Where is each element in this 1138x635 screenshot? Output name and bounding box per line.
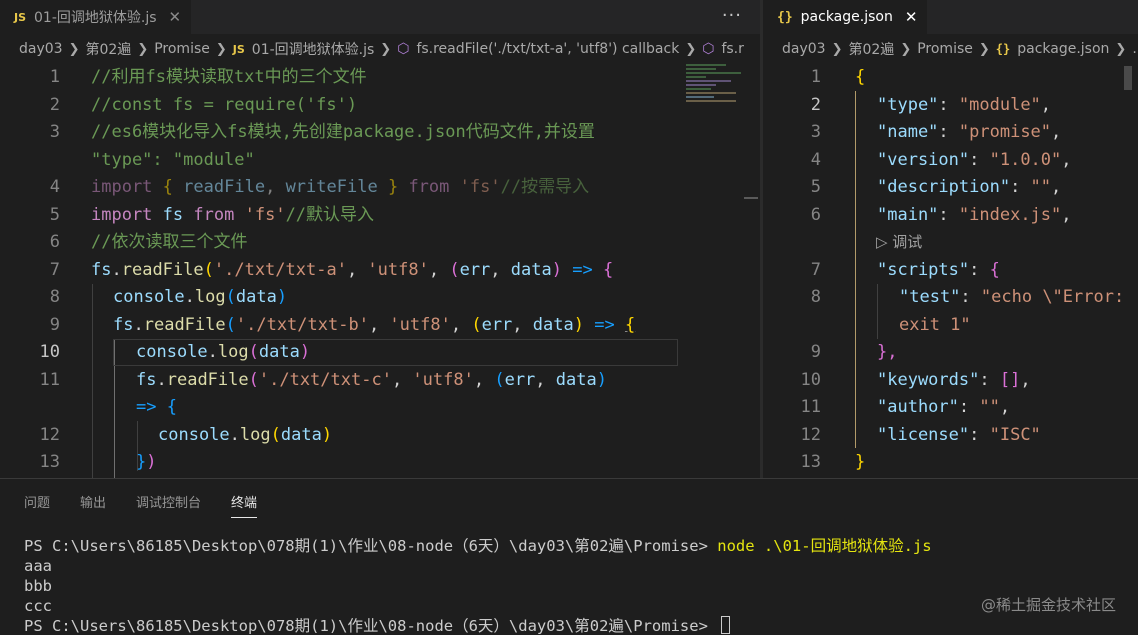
code-line-11: 11 fs.readFile('./txt/txt-c', 'utf8', (er… bbox=[39, 369, 607, 390]
tab-label: package.json bbox=[800, 9, 893, 25]
code-editor[interactable]: 1//利用fs模块读取txt中的三个文件 2//const fs = requi… bbox=[0, 64, 760, 478]
scrollbar-thumb[interactable] bbox=[1124, 66, 1132, 90]
json-line-1: 1{ bbox=[810, 67, 866, 87]
json-editor[interactable]: 1{ 2 "type": "module", 3 "name": "promise"… bbox=[763, 64, 1138, 478]
code-line-11-wrap: => { bbox=[136, 397, 177, 417]
chevron-right-icon: ❯ bbox=[137, 41, 149, 57]
json-line-13: 13} bbox=[800, 452, 866, 472]
code-line-6: 6//依次读取三个文件 bbox=[49, 232, 248, 252]
code-line-3-wrap: "type": "module" bbox=[91, 149, 255, 170]
breadcrumb-truncated[interactable]: fs.r bbox=[721, 41, 743, 57]
breadcrumb-day03[interactable]: day03 bbox=[782, 41, 826, 57]
bottom-panel: 问题 输出 调试控制台 终端 PS C:\Users\86185\Desktop… bbox=[0, 478, 1138, 635]
terminal-command: node .\01-回调地狱体验.js bbox=[717, 537, 932, 555]
tab-package-json[interactable]: {} package.json ✕ bbox=[763, 0, 928, 34]
code-line-12: 12 console.log(data) bbox=[39, 424, 333, 445]
json-file-icon: {} bbox=[777, 9, 793, 25]
breadcrumb: day03 ❯ 第02遍 ❯ Promise ❯ {} package.json… bbox=[763, 34, 1138, 64]
chevron-right-icon: ❯ bbox=[68, 41, 80, 57]
json-line-8: 8 "test": "echo \"Error: bbox=[810, 287, 1125, 307]
left-editor-group: JS 01-回调地狱体验.js ✕ ··· day03 ❯ 第02遍 ❯ Pro… bbox=[0, 0, 760, 478]
debug-codelens[interactable]: ▷ 调试 bbox=[876, 229, 922, 257]
tab-callback-hell-js[interactable]: JS 01-回调地狱体验.js ✕ bbox=[0, 0, 192, 34]
breadcrumb-callback[interactable]: fs.readFile('./txt/txt-a', 'utf8') callb… bbox=[416, 41, 679, 57]
minimap[interactable] bbox=[686, 64, 744, 124]
json-line-7: 7 "scripts": { bbox=[810, 259, 1000, 280]
breadcrumb-file[interactable]: package.json bbox=[1017, 41, 1109, 57]
json-line-2: 2 "type": "module", bbox=[810, 94, 1052, 115]
terminal-prompt: PS C:\Users\86185\Desktop\078期(1)\作业\08-… bbox=[24, 617, 718, 635]
tab-problems[interactable]: 问题 bbox=[24, 486, 50, 517]
code-line-5: 5 import fs from 'fs'//默认导入 bbox=[49, 204, 375, 225]
json-file-icon: {} bbox=[995, 42, 1011, 56]
panel-tab-bar: 问题 输出 调试控制台 终端 bbox=[0, 479, 1138, 524]
chevron-right-icon: ❯ bbox=[215, 41, 227, 57]
right-editor-group: {} package.json ✕ day03 ❯ 第02遍 ❯ Promise… bbox=[763, 0, 1138, 478]
right-tab-bar: {} package.json ✕ bbox=[763, 0, 1138, 34]
json-line-10: 10 "keywords": [], bbox=[800, 369, 1031, 390]
function-cube-icon: ⬡ bbox=[702, 41, 715, 57]
chevron-right-icon: ❯ bbox=[978, 41, 990, 57]
debug-codelens-row: ▷ 调试 bbox=[763, 229, 1138, 257]
terminal-output-line: bbb bbox=[24, 577, 52, 595]
code-line-3: 3//es6模块化导入fs模块,先创建package.json代码文件,并设置 bbox=[49, 122, 595, 142]
code-line-1: 1//利用fs模块读取txt中的三个文件 bbox=[49, 67, 367, 87]
terminal[interactable]: PS C:\Users\86185\Desktop\078期(1)\作业\08-… bbox=[0, 524, 1138, 635]
breadcrumb-day03[interactable]: day03 bbox=[19, 41, 63, 57]
json-line-6: 6 "main": "index.js", bbox=[810, 204, 1072, 225]
chevron-right-icon: ❯ bbox=[1115, 41, 1127, 57]
chevron-right-icon: ❯ bbox=[900, 41, 912, 57]
json-line-4: 4 "version": "1.0.0", bbox=[810, 149, 1072, 170]
tab-terminal[interactable]: 终端 bbox=[231, 486, 258, 518]
breadcrumb-pass02[interactable]: 第02遍 bbox=[848, 39, 894, 59]
code-line-7: 7 fs.readFile('./txt/txt-a', 'utf8', (err… bbox=[49, 259, 614, 280]
json-line-5: 5 "description": "", bbox=[810, 177, 1062, 197]
json-line-12: 12 "license": "ISC" bbox=[800, 424, 1041, 445]
code-line-4: 4 import { readFile, writeFile } from 'fs… bbox=[49, 177, 590, 197]
function-cube-icon: ⬡ bbox=[397, 41, 410, 57]
json-line-8-wrap: exit 1" bbox=[899, 314, 971, 335]
tab-label: 01-回调地狱体验.js bbox=[34, 10, 157, 26]
json-line-3: 3 "name": "promise", bbox=[810, 122, 1062, 142]
close-icon[interactable]: ✕ bbox=[905, 8, 918, 26]
scrollbar-marker[interactable] bbox=[744, 197, 758, 199]
json-line-11: 11 "author": "", bbox=[800, 397, 1011, 417]
left-tab-bar: JS 01-回调地狱体验.js ✕ ··· bbox=[0, 0, 760, 34]
breadcrumb-more[interactable]: ... bbox=[1132, 41, 1138, 57]
watermark: @稀土掘金技术社区 bbox=[980, 596, 1116, 614]
js-file-icon: JS bbox=[232, 42, 245, 56]
terminal-command-line: PS C:\Users\86185\Desktop\078期(1)\作业\08-… bbox=[24, 536, 1138, 556]
tab-debug-console[interactable]: 调试控制台 bbox=[136, 486, 201, 517]
code-line-8: 8 console.log(data) bbox=[49, 287, 288, 307]
more-actions-icon[interactable]: ··· bbox=[722, 5, 742, 26]
code-line-9: 9 fs.readFile('./txt/txt-b', 'utf8', (err… bbox=[49, 314, 636, 335]
breadcrumb: day03 ❯ 第02遍 ❯ Promise ❯ JS 01-回调地狱体验.js… bbox=[0, 34, 760, 64]
code-line-2: 2//const fs = require('fs') bbox=[49, 94, 358, 115]
tab-output[interactable]: 输出 bbox=[80, 486, 106, 517]
chevron-right-icon: ❯ bbox=[831, 41, 843, 57]
code-line-13: 13}) bbox=[39, 452, 157, 472]
terminal-input-line[interactable]: PS C:\Users\86185\Desktop\078期(1)\作业\08-… bbox=[24, 616, 1138, 635]
js-file-icon: JS bbox=[14, 10, 27, 24]
breadcrumb-pass02[interactable]: 第02遍 bbox=[85, 39, 131, 59]
close-icon[interactable]: ✕ bbox=[169, 8, 182, 26]
terminal-cursor bbox=[721, 616, 731, 634]
breadcrumb-promise[interactable]: Promise bbox=[154, 41, 210, 57]
chevron-right-icon: ❯ bbox=[685, 41, 697, 57]
code-line-10: 10 console.log(data) bbox=[0, 339, 760, 367]
chevron-right-icon: ❯ bbox=[380, 41, 392, 57]
terminal-prompt: PS C:\Users\86185\Desktop\078期(1)\作业\08-… bbox=[24, 537, 718, 555]
breadcrumb-promise[interactable]: Promise bbox=[917, 41, 973, 57]
breadcrumb-file[interactable]: 01-回调地狱体验.js bbox=[252, 39, 375, 59]
terminal-output-line: aaa bbox=[24, 557, 52, 575]
terminal-output-line: ccc bbox=[24, 597, 52, 615]
json-line-9: 9}, bbox=[810, 342, 898, 362]
